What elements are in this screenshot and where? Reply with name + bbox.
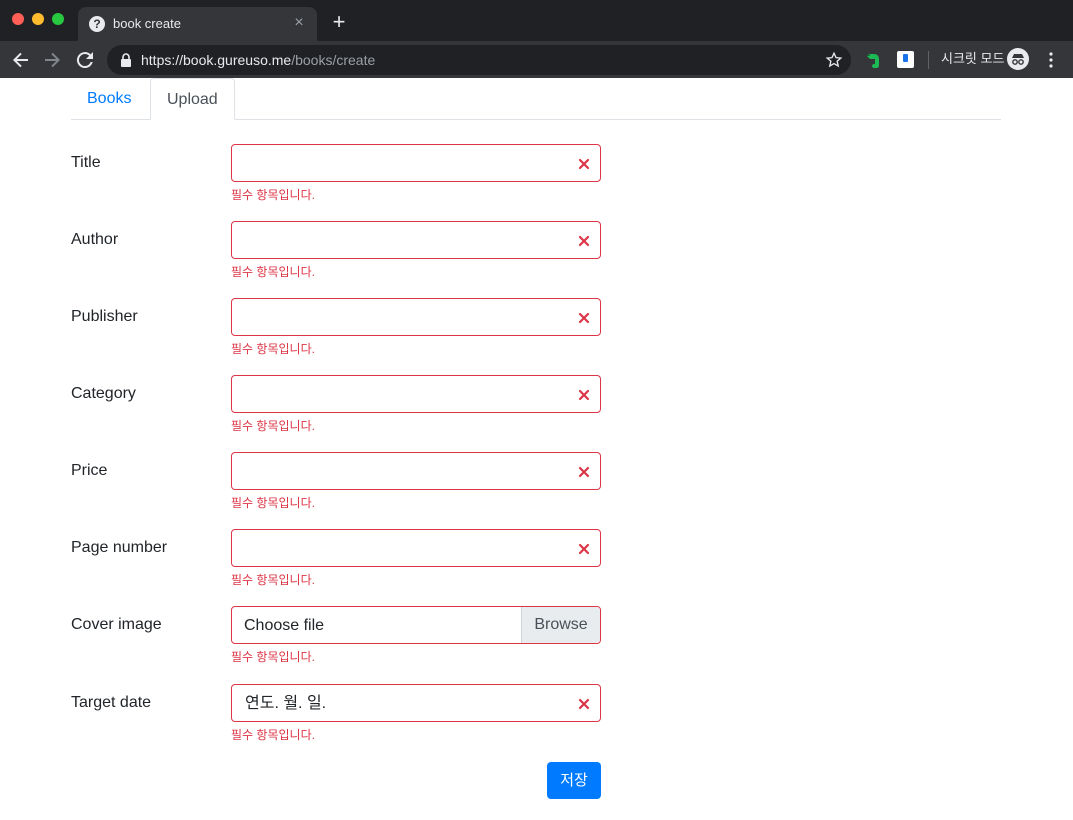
window-minimize-button[interactable] [32,13,44,25]
invalid-x-icon [578,234,590,247]
invalid-x-icon [578,465,590,478]
browser-tabstrip: ? book create × + [0,0,1073,41]
reload-icon[interactable] [73,48,97,72]
tab-title: book create [113,16,181,31]
lock-icon [120,53,132,67]
invalid-x-icon [578,542,590,555]
more-vert-icon[interactable] [1044,50,1058,70]
tab-books[interactable]: Books [71,78,150,120]
tab-upload[interactable]: Upload [150,78,235,120]
cover-image-label: Cover image [71,616,162,633]
file-placeholder: Choose file [244,617,325,634]
cover-image-file-input[interactable]: Choose file Browse [231,606,601,644]
bookmark-star-icon[interactable] [825,51,843,69]
back-arrow-icon[interactable] [9,48,33,72]
browse-button[interactable]: Browse [521,607,600,643]
window-close-button[interactable] [12,13,24,25]
url-path: /books/create [291,52,376,68]
window-maximize-button[interactable] [52,13,64,25]
extension-icon[interactable] [897,51,914,68]
publisher-error: 필수 항목입니다. [231,342,315,356]
category-label: Category [71,385,136,402]
page-number-error: 필수 항목입니다. [231,573,315,587]
address-bar[interactable]: https://book.gureuso.me/books/create [107,45,851,75]
evernote-extension-icon[interactable] [864,50,884,70]
price-label: Price [71,462,108,479]
browser-toolbar: https://book.gureuso.me/books/create 시크릿… [0,41,1073,78]
browser-tab[interactable]: ? book create × [78,7,317,41]
invalid-x-icon [578,388,590,401]
price-input[interactable] [231,452,601,490]
publisher-input[interactable] [231,298,601,336]
page-number-input[interactable] [231,529,601,567]
target-date-label: Target date [71,694,152,711]
publisher-label: Publisher [71,308,138,325]
category-input[interactable] [231,375,601,413]
target-date-input[interactable]: 연도. 월. 일. [231,684,601,722]
page-nav-tabs: Books Upload [71,78,1001,120]
target-date-error: 필수 항목입니다. [231,728,315,742]
price-error: 필수 항목입니다. [231,496,315,510]
save-button[interactable]: 저장 [547,762,601,799]
incognito-label: 시크릿 모드 [941,51,1005,66]
url-host: https://book.gureuso.me [141,52,292,68]
invalid-x-icon [578,311,590,324]
title-input[interactable] [231,144,601,182]
forward-arrow-icon[interactable] [40,48,64,72]
target-date-input-value: 연도. 월. 일. [245,695,327,712]
category-error: 필수 항목입니다. [231,419,315,433]
new-tab-button[interactable]: + [328,11,350,34]
cover-image-error: 필수 항목입니다. [231,650,315,664]
invalid-x-icon [578,697,590,710]
invalid-x-icon [578,157,590,170]
url-text: https://book.gureuso.me/books/create [141,52,375,68]
question-favicon-icon: ? [89,16,105,32]
page-number-label: Page number [71,539,168,556]
tab-close-icon[interactable]: × [291,15,307,31]
title-label: Title [71,154,101,171]
incognito-icon[interactable] [1007,48,1029,70]
title-error: 필수 항목입니다. [231,188,315,202]
toolbar-divider [928,51,929,69]
author-input[interactable] [231,221,601,259]
author-label: Author [71,231,119,248]
author-error: 필수 항목입니다. [231,265,315,279]
